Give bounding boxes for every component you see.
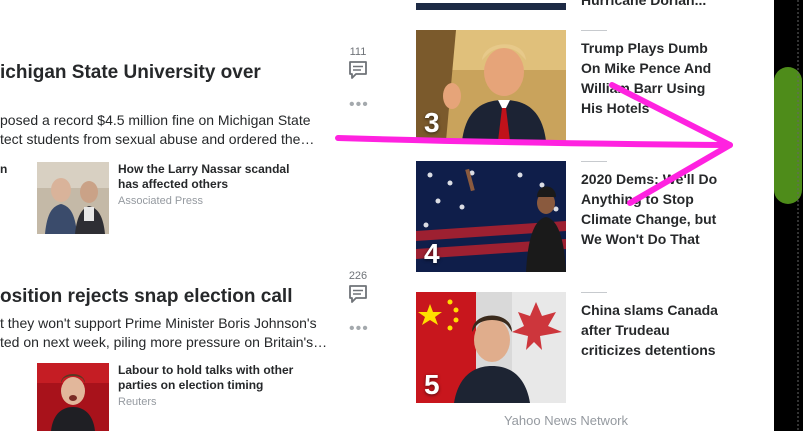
trending-title-4[interactable]: 2020 Dems: We'll Do Anything to Stop Cli… xyxy=(581,169,726,249)
rank-divider xyxy=(581,161,607,162)
dotted-edge xyxy=(797,0,799,431)
trending-rank-5: 5 xyxy=(424,369,440,400)
story-2-summary-line-2: ted on next week, piling more pressure o… xyxy=(0,334,328,350)
trending-image-4[interactable]: 4 xyxy=(416,161,566,272)
comment-icon[interactable] xyxy=(348,61,368,79)
trending-image-5[interactable]: 5 xyxy=(416,292,566,403)
labour-thumbnail[interactable] xyxy=(37,363,109,431)
story-1-related-fragment[interactable]: n xyxy=(0,162,7,177)
story-1-comment-count[interactable]: 111 xyxy=(347,46,369,58)
more-options-icon[interactable]: ••• xyxy=(349,97,369,113)
trending-title-2[interactable]: Hurricane Dorian... xyxy=(581,0,726,10)
related-source-nassar: Associated Press xyxy=(118,195,203,207)
comment-icon[interactable] xyxy=(348,285,368,303)
story-2-summary-line-1: t they won't support Prime Minister Bori… xyxy=(0,315,317,331)
story-1-title[interactable]: ichigan State University over xyxy=(0,61,261,85)
trending-title-5[interactable]: China slams Canada after Trudeau critici… xyxy=(581,300,726,360)
trending-image-2[interactable] xyxy=(416,0,566,10)
trending-rank-3: 3 xyxy=(424,107,440,138)
nassar-thumbnail[interactable] xyxy=(37,162,109,234)
rank-divider xyxy=(581,30,607,31)
story-1-summary-line-2: tect students from sexual abuse and orde… xyxy=(0,131,315,147)
trending-footer[interactable]: Yahoo News Network xyxy=(416,413,716,428)
trending-title-3[interactable]: Trump Plays Dumb On Mike Pence And Willi… xyxy=(581,38,726,118)
story-1-summary-line-1: posed a record $4.5 million fine on Mich… xyxy=(0,112,311,128)
related-source-labour: Reuters xyxy=(118,396,157,408)
story-2-title[interactable]: osition rejects snap election call xyxy=(0,285,293,309)
rank-divider xyxy=(581,292,607,293)
trending-rank-4: 4 xyxy=(424,238,440,269)
story-2-comment-count[interactable]: 226 xyxy=(347,270,369,282)
more-options-icon[interactable]: ••• xyxy=(349,321,369,337)
related-story-labour[interactable]: Labour to hold talks with other parties … xyxy=(118,363,308,393)
related-story-nassar[interactable]: How the Larry Nassar scandal has affecte… xyxy=(118,162,298,192)
trending-image-3[interactable]: 3 xyxy=(416,30,566,141)
